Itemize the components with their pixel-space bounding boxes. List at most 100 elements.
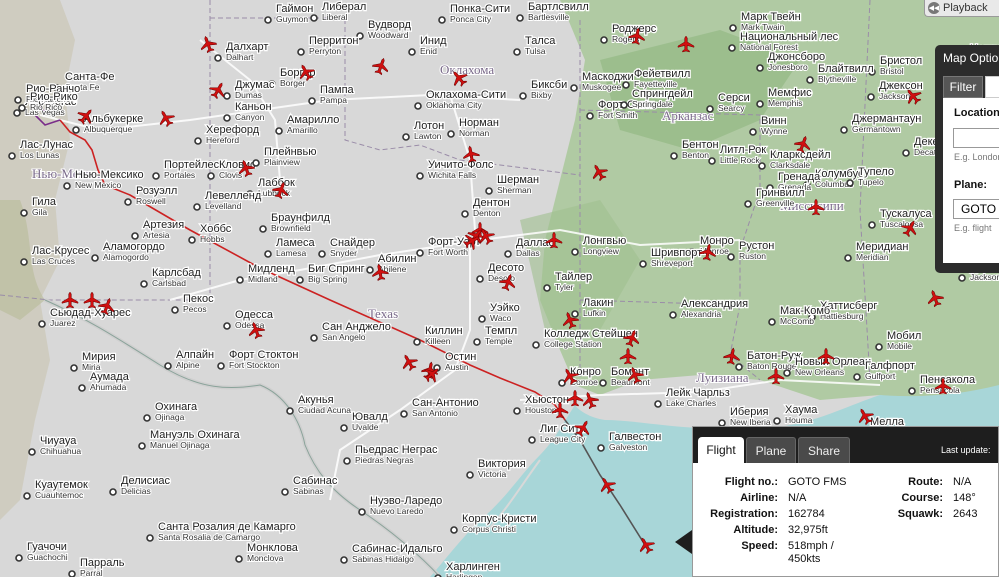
city-name-english: San Antonio [412, 408, 458, 418]
city-name-english: Alpine [176, 360, 200, 370]
city-dot [193, 203, 201, 211]
city-dot [902, 149, 910, 157]
city-dot [402, 133, 410, 141]
tab-plane[interactable]: Plane [746, 437, 796, 463]
city-name-english: Tupelo [858, 177, 884, 187]
altitude-value: 32,975ft [788, 524, 828, 536]
squawk-value: 2643 [953, 508, 978, 520]
city-name-english: Victoria [478, 469, 506, 479]
city-dot [358, 508, 366, 516]
tab-flight[interactable]: Flight [698, 437, 744, 463]
city-dot [466, 471, 474, 479]
city-dot [853, 373, 861, 381]
plane-input[interactable]: GOTO FMS [953, 199, 999, 219]
city-name-english: Austin [445, 362, 469, 372]
city-name-english: Ojinaga [155, 412, 185, 422]
city-dot [908, 387, 916, 395]
city-dot [571, 248, 579, 256]
city-name-english: McComb [780, 316, 814, 326]
city-dot [639, 260, 647, 268]
city-name-english: Bristol [880, 66, 904, 76]
plane-hint: E.g. flight [954, 223, 992, 233]
city-dot [259, 225, 267, 233]
city-dot [91, 254, 99, 262]
city-name-english: Jackson [970, 272, 999, 282]
city-name-english: Canyon [235, 112, 265, 122]
city-dot [447, 130, 455, 138]
city-name-english: Guachochi [27, 552, 68, 562]
city-name-english: Santa Rosalia de Camargo [158, 532, 260, 542]
city-dot [438, 16, 446, 24]
city-dot [669, 311, 677, 319]
city-dot [131, 232, 139, 240]
rewind-icon: ◀◀ [928, 2, 940, 14]
city-name-english: Meridian [856, 252, 889, 262]
city-dot [340, 424, 348, 432]
city-dot [38, 320, 46, 328]
city-dot [504, 250, 512, 258]
city-name-english: Norman [459, 128, 490, 138]
city-name-english: Memphis [768, 98, 802, 108]
city-dot [513, 48, 521, 56]
city-dot [138, 442, 146, 450]
tab-map-options-second[interactable] [985, 76, 999, 98]
flight-no-value: GOTO FMS [788, 476, 847, 488]
city-dot [171, 306, 179, 314]
city-name-english: Delicias [121, 486, 151, 496]
city-name-english: Piedras Negras [355, 455, 414, 465]
city-name-english: College Station [544, 339, 602, 349]
speed-label: Speed: [741, 540, 778, 552]
city-name-english: Perryton [309, 46, 341, 56]
city-dot [597, 444, 605, 452]
city-dot [20, 209, 28, 217]
city-dot [124, 198, 132, 206]
state-label-arkansas: Арканзас [662, 108, 714, 123]
city-name-english: Clarksdale [770, 160, 810, 170]
city-name-english: Waco [490, 313, 512, 323]
city-name-english: Monclova [247, 553, 284, 563]
city-name-english: League City [540, 434, 586, 444]
tab-filter[interactable]: Filter [943, 76, 983, 98]
city-name-english: Portales [164, 170, 195, 180]
city-name-english: Uvalde [352, 422, 379, 432]
last-update-label: Last update: [941, 445, 991, 455]
city-dot [28, 448, 36, 456]
city-name-english: Fort Worth [428, 247, 468, 257]
city-name-english: Roswell [136, 196, 166, 206]
city-name-english: Amarillo [287, 125, 318, 135]
city-dot [840, 126, 848, 134]
tab-share[interactable]: Share [798, 437, 850, 463]
city-dot [622, 81, 630, 89]
city-name-english: Hobbs [200, 234, 225, 244]
city-dot [318, 250, 326, 258]
location-hint: E.g. London [954, 152, 999, 162]
city-dot [236, 276, 244, 284]
city-dot [654, 400, 662, 408]
filter-form: Location E.g. London Plane: GOTO FMS E.g… [943, 98, 999, 263]
flight-panel-pointer [675, 530, 692, 554]
city-dot [217, 362, 225, 370]
city-dot [286, 407, 294, 415]
city-name-english: Muskogee [582, 82, 621, 92]
city-name-english: Los Lunas [20, 150, 59, 160]
state-label-louisiana: Луизиана [696, 370, 749, 385]
city-dot [8, 152, 16, 160]
city-dot [13, 109, 21, 117]
city-name-english: Clovis [219, 170, 242, 180]
city-dot [413, 338, 421, 346]
city-dot [416, 172, 424, 180]
city-name-english: Borger [280, 78, 306, 88]
city-dot [146, 534, 154, 542]
city-dot [620, 101, 628, 109]
city-dot [599, 379, 607, 387]
flight-info-panel: Flight Plane Share Last update: Flight n… [692, 426, 999, 577]
city-dot [308, 97, 316, 105]
city-name-english: Parral [80, 568, 103, 577]
city-name-english: Wichita Falls [428, 170, 476, 180]
playback-button[interactable]: ◀◀ Playback [924, 0, 999, 17]
location-input[interactable] [953, 128, 999, 148]
city-name-english: Germantown [852, 124, 901, 134]
city-name-english: Hereford [206, 135, 239, 145]
city-name-english: Sabinas [293, 486, 324, 496]
city-name-english: Las Cruces [32, 256, 75, 266]
